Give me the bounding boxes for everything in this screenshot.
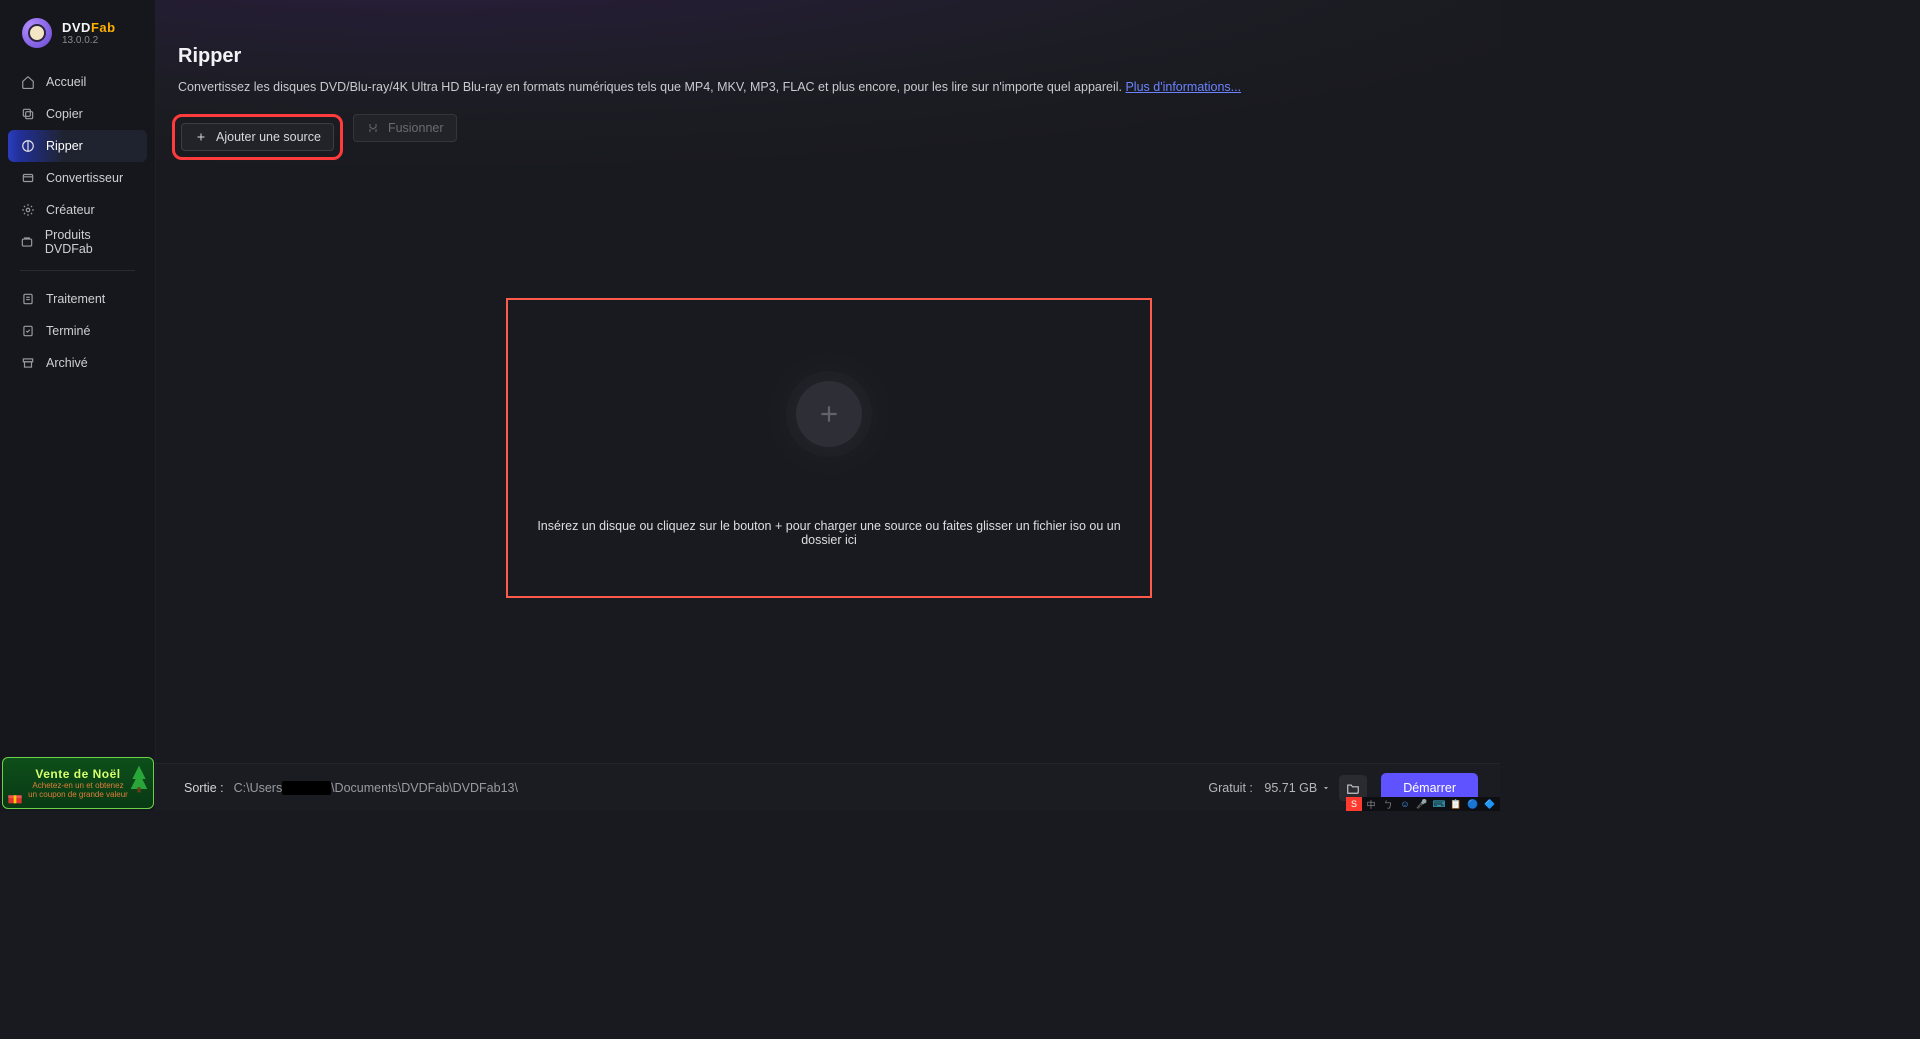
output-label: Sortie : <box>184 781 224 795</box>
drop-zone-text: Insérez un disque ou cliquez sur le bout… <box>508 519 1150 547</box>
folder-icon <box>1346 781 1360 795</box>
tray-icon[interactable]: ⌨ <box>1431 797 1447 811</box>
logo-icon <box>22 18 52 48</box>
sidebar-item-label: Copier <box>46 107 83 121</box>
add-source-button[interactable]: Ajouter une source <box>181 123 334 151</box>
tray-icon[interactable]: 🔵 <box>1465 797 1481 811</box>
tray-icon[interactable]: S <box>1346 797 1362 811</box>
sidebar-item-creator[interactable]: Créateur <box>8 194 147 226</box>
sidebar-item-converter[interactable]: Convertisseur <box>8 162 147 194</box>
more-info-link[interactable]: Plus d'informations... <box>1125 80 1241 94</box>
merge-button[interactable]: Fusionner <box>353 114 457 142</box>
free-space[interactable]: Gratuit : 95.71 GB <box>1208 781 1331 795</box>
output-path[interactable]: C:\Users \Documents\DVDFab\DVDFab13\ <box>234 781 518 795</box>
sidebar-item-label: Produits DVDFab <box>45 228 135 256</box>
sidebar-item-archived[interactable]: Archivé <box>8 347 147 379</box>
sidebar-item-label: Archivé <box>46 356 88 370</box>
sidebar-item-label: Ripper <box>46 139 83 153</box>
sidebar-item-products[interactable]: Produits DVDFab <box>8 226 147 258</box>
tray-icon[interactable]: 🔷 <box>1482 797 1498 811</box>
sidebar-item-label: Traitement <box>46 292 105 306</box>
done-icon <box>20 323 36 339</box>
converter-icon <box>20 170 36 186</box>
tray-icon[interactable]: 📋 <box>1448 797 1464 811</box>
app-version: 13.0.0.2 <box>62 35 116 46</box>
promo-line1: Achetez-en un et obtenez <box>9 781 147 790</box>
archive-icon <box>20 355 36 371</box>
plus-halo <box>764 349 894 479</box>
ripper-icon <box>20 138 36 154</box>
system-tray: S 中 ㄅ ☺ 🎤 ⌨ 📋 🔵 🔷 <box>1346 797 1500 811</box>
sidebar-item-ripper[interactable]: Ripper <box>8 130 147 162</box>
sidebar-item-label: Convertisseur <box>46 171 123 185</box>
merge-icon <box>366 121 380 135</box>
creator-icon <box>20 202 36 218</box>
products-icon <box>20 234 35 250</box>
promo-banner[interactable]: Vente de Noël Achetez-en un et obtenez u… <box>2 757 154 809</box>
add-source-big-button[interactable] <box>796 381 862 447</box>
app-name: DVDFab <box>62 20 116 35</box>
merge-label: Fusionner <box>388 121 444 135</box>
sidebar-item-label: Accueil <box>46 75 86 89</box>
tray-icon[interactable]: ㄅ <box>1380 797 1396 811</box>
chevron-down-icon <box>1321 783 1331 793</box>
page-description: Convertissez les disques DVD/Blu-ray/4K … <box>178 80 1478 94</box>
sidebar: DVDFab 13.0.0.2 Accueil Copier Ripper Co… <box>0 0 156 811</box>
footer-bar: Sortie : C:\Users \Documents\DVDFab\DVDF… <box>156 763 1500 811</box>
plus-icon <box>194 130 208 144</box>
sidebar-item-copy[interactable]: Copier <box>8 98 147 130</box>
drop-zone[interactable]: Insérez un disque ou cliquez sur le bout… <box>506 298 1152 598</box>
sidebar-item-home[interactable]: Accueil <box>8 66 147 98</box>
main-area: Ripper Convertissez les disques DVD/Blu-… <box>156 0 1500 811</box>
task-icon <box>20 291 36 307</box>
page-title: Ripper <box>178 45 1478 68</box>
tray-icon[interactable]: 🎤 <box>1414 797 1430 811</box>
toolbar: Ajouter une source Fusionner <box>178 114 1478 160</box>
highlight-add-source: Ajouter une source <box>172 114 343 160</box>
sidebar-item-done[interactable]: Terminé <box>8 315 147 347</box>
sidebar-separator <box>20 270 135 271</box>
app-logo: DVDFab 13.0.0.2 <box>0 12 155 66</box>
gift-icon <box>7 791 23 805</box>
promo-title: Vente de Noël <box>9 767 147 781</box>
promo-line2: un coupon de grande valeur <box>9 790 147 799</box>
tree-icon <box>129 764 149 794</box>
sidebar-item-label: Créateur <box>46 203 95 217</box>
sidebar-item-processing[interactable]: Traitement <box>8 283 147 315</box>
sidebar-item-label: Terminé <box>46 324 90 338</box>
plus-icon <box>816 401 842 427</box>
add-source-label: Ajouter une source <box>216 130 321 144</box>
tray-icon[interactable]: ☺ <box>1397 797 1413 811</box>
copy-icon <box>20 106 36 122</box>
tray-icon[interactable]: 中 <box>1363 797 1379 811</box>
home-icon <box>20 74 36 90</box>
